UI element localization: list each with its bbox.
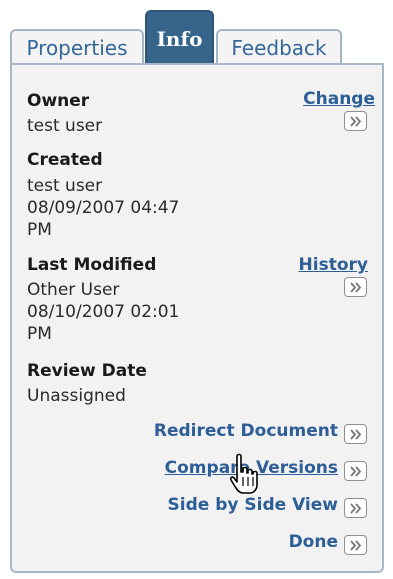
history-link[interactable]: History (299, 255, 368, 275)
side-by-side-view-button[interactable] (344, 498, 367, 518)
redirect-document-link[interactable]: Redirect Document (154, 421, 338, 441)
last-modified-by: Other User (27, 280, 120, 300)
hand-pointer-cursor-icon (229, 453, 258, 494)
tab-feedback-label: Feedback (231, 36, 327, 60)
created-by: test user (27, 176, 103, 196)
review-date-label: Review Date (27, 361, 147, 381)
last-modified-label: Last Modified (27, 255, 157, 275)
double-chevron-right-icon (350, 465, 362, 477)
last-modified-time-suffix: PM (27, 324, 52, 344)
last-modified-date: 08/10/2007 02:01 (27, 302, 180, 322)
done-button[interactable] (344, 535, 367, 555)
redirect-document-button[interactable] (344, 424, 367, 444)
created-label: Created (27, 150, 103, 170)
tab-info-label: Info (156, 26, 203, 51)
side-by-side-view-link[interactable]: Side by Side View (168, 495, 338, 515)
created-date: 08/09/2007 04:47 (27, 198, 180, 218)
double-chevron-right-icon (350, 502, 362, 514)
double-chevron-right-icon (350, 281, 362, 293)
tab-properties[interactable]: Properties (10, 29, 144, 65)
created-time-suffix: PM (27, 220, 52, 240)
change-owner-button[interactable] (344, 111, 367, 131)
info-panel: Owner test user Change Created test user… (10, 63, 384, 573)
tab-properties-label: Properties (26, 36, 128, 60)
owner-value: test user (27, 116, 103, 136)
double-chevron-right-icon (350, 539, 362, 551)
tab-info[interactable]: Info (145, 10, 214, 65)
history-button[interactable] (344, 277, 367, 297)
done-link[interactable]: Done (289, 532, 338, 552)
owner-label: Owner (27, 91, 90, 111)
tab-feedback[interactable]: Feedback (216, 29, 342, 65)
review-date-value: Unassigned (27, 386, 126, 406)
double-chevron-right-icon (350, 428, 362, 440)
change-owner-link[interactable]: Change (303, 89, 375, 109)
compare-versions-button[interactable] (344, 461, 367, 481)
double-chevron-right-icon (350, 115, 362, 127)
